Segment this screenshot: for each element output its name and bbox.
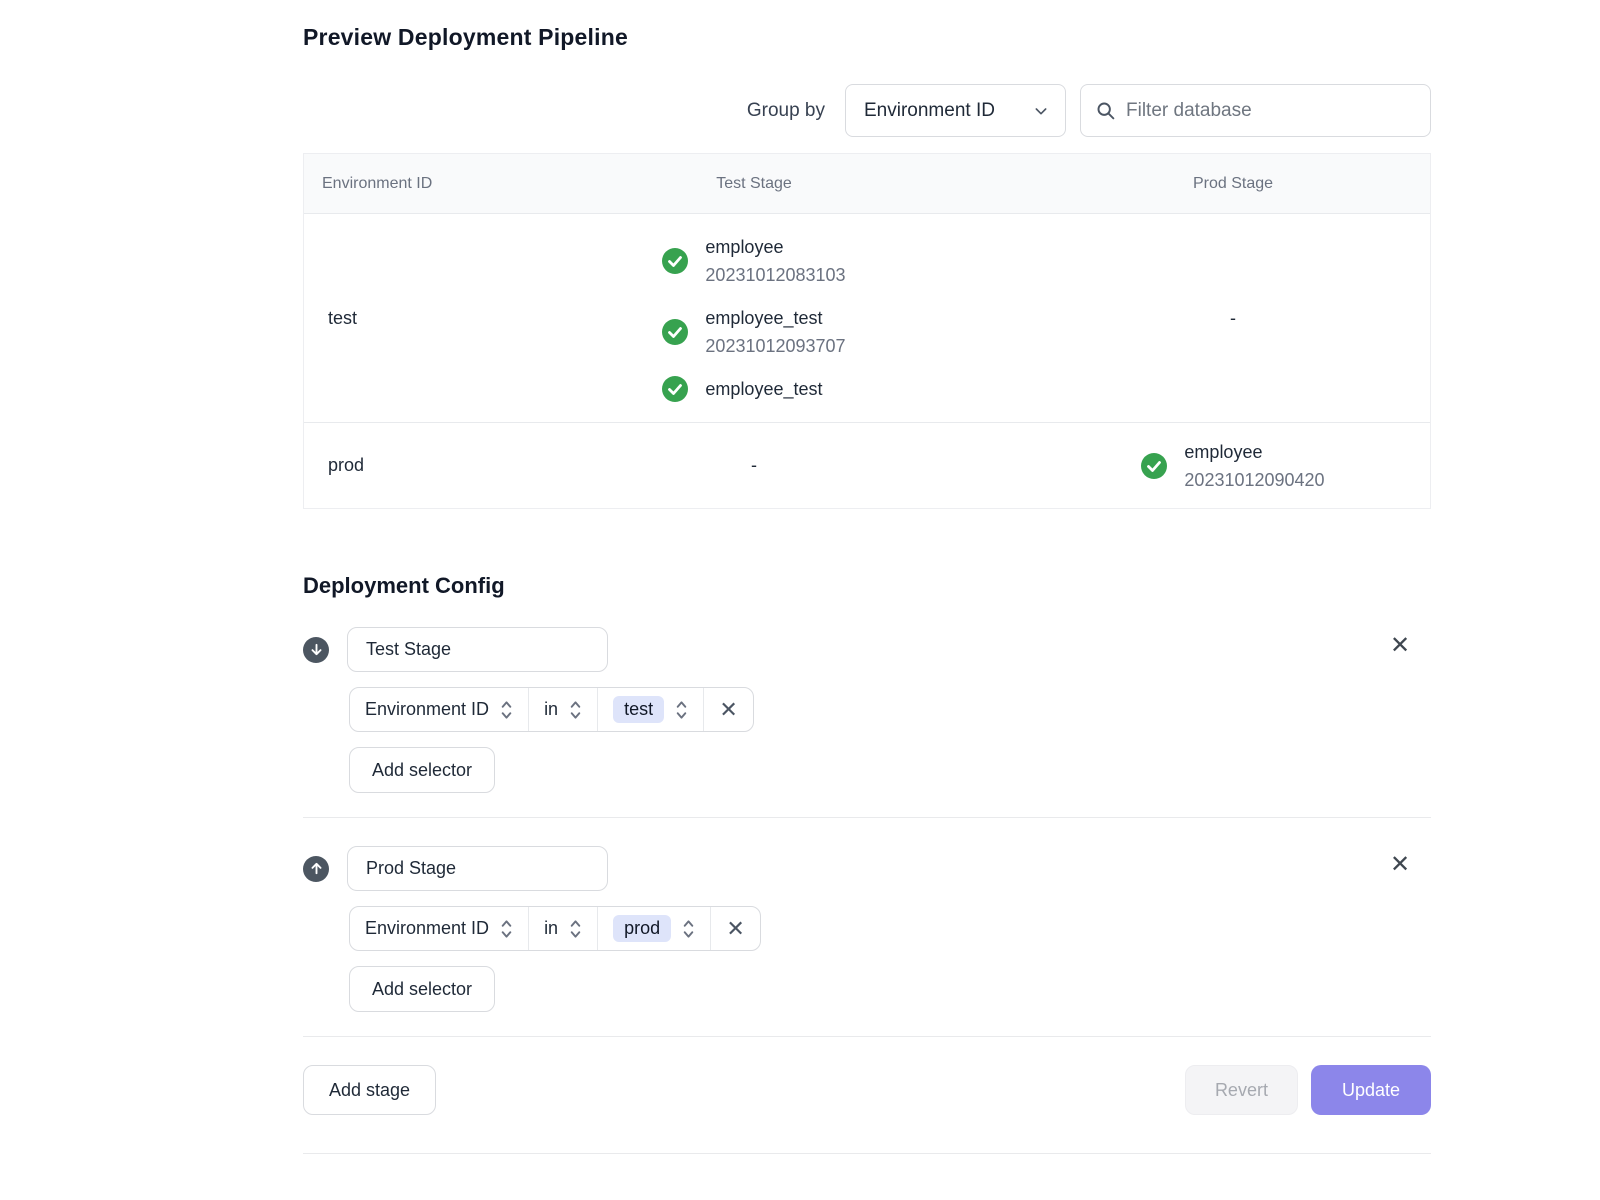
task-item[interactable]: employee 20231012090420 (1141, 438, 1324, 494)
update-button[interactable]: Update (1311, 1065, 1431, 1115)
search-icon (1095, 100, 1116, 121)
filter-database-box[interactable] (1080, 84, 1431, 137)
updown-chevron-icon (500, 699, 513, 721)
schema-version: 20231012093707 (705, 332, 845, 360)
success-check-icon (662, 319, 688, 345)
deployment-config-title: Deployment Config (303, 573, 1431, 599)
selector-operator-select[interactable]: in (529, 907, 598, 950)
updown-chevron-icon (682, 918, 695, 940)
selector-operator-select[interactable]: in (529, 688, 598, 731)
selector-value-tag: prod (613, 915, 671, 942)
stage-name-input[interactable] (347, 627, 608, 672)
test-stage-cell: employee 20231012083103 employee_test 20… (474, 214, 1034, 422)
selector-value-select[interactable]: prod (598, 907, 711, 950)
filter-database-input[interactable] (1126, 100, 1416, 122)
prod-stage-empty: - (1034, 308, 1432, 329)
task-item[interactable]: employee_test 20231012093707 (662, 304, 845, 360)
updown-chevron-icon (569, 918, 582, 940)
updown-chevron-icon (675, 699, 688, 721)
stage-block-prod: ✕ Environment ID in prod ✕ Add selector (303, 846, 1431, 1037)
stage-block-test: ✕ Environment ID in test ✕ Add selector (303, 627, 1431, 818)
chevron-down-icon (1033, 103, 1049, 119)
database-name: employee (1184, 438, 1324, 466)
remove-stage-button[interactable]: ✕ (1388, 853, 1412, 877)
selector-field-select[interactable]: Environment ID (350, 907, 529, 950)
stage-header (303, 846, 1431, 891)
group-by-value: Environment ID (864, 100, 995, 122)
success-check-icon (662, 376, 688, 402)
stage-name-input[interactable] (347, 846, 608, 891)
database-name: employee_test (705, 375, 822, 403)
selector-field-select[interactable]: Environment ID (350, 688, 529, 731)
page-title: Preview Deployment Pipeline (303, 24, 1431, 51)
schema-version: 20231012083103 (705, 261, 845, 289)
add-selector-button[interactable]: Add selector (349, 966, 495, 1012)
main-content: Preview Deployment Pipeline Group by Env… (303, 0, 1431, 1154)
pipeline-table: Environment ID Test Stage Prod Stage tes… (303, 153, 1431, 509)
bottom-divider (303, 1153, 1431, 1154)
add-stage-button[interactable]: Add stage (303, 1065, 436, 1115)
success-check-icon (662, 248, 688, 274)
remove-selector-button[interactable]: ✕ (704, 688, 753, 731)
config-footer: Add stage Revert Update (303, 1065, 1431, 1115)
column-header-environment-id: Environment ID (304, 175, 474, 193)
pipeline-table-header: Environment ID Test Stage Prod Stage (304, 154, 1430, 213)
remove-stage-button[interactable]: ✕ (1388, 634, 1412, 658)
table-row: test employee 20231012083103 employee_te… (304, 213, 1430, 422)
group-by-label: Group by (747, 100, 825, 122)
column-header-test-stage: Test Stage (474, 175, 1034, 193)
selector-operator-value: in (544, 918, 558, 939)
environment-label: prod (304, 455, 474, 476)
database-name: employee (705, 233, 845, 261)
remove-selector-button[interactable]: ✕ (711, 907, 760, 950)
arrow-up-icon (303, 856, 329, 882)
prod-stage-cell: employee 20231012090420 (1034, 438, 1432, 494)
selector-field-value: Environment ID (365, 918, 489, 939)
arrow-down-icon (303, 637, 329, 663)
column-header-prod-stage: Prod Stage (1034, 175, 1432, 193)
selector-row: Environment ID in test ✕ (349, 687, 754, 732)
environment-label: test (304, 308, 474, 329)
success-check-icon (1141, 453, 1167, 479)
test-stage-empty: - (474, 455, 1034, 476)
selector-value-select[interactable]: test (598, 688, 704, 731)
task-list: employee 20231012083103 employee_test 20… (662, 214, 845, 422)
updown-chevron-icon (569, 699, 582, 721)
add-selector-button[interactable]: Add selector (349, 747, 495, 793)
task-item[interactable]: employee 20231012083103 (662, 233, 845, 289)
database-name: employee_test (705, 304, 845, 332)
selector-row: Environment ID in prod ✕ (349, 906, 761, 951)
schema-version: 20231012090420 (1184, 466, 1324, 494)
table-row: prod - employee 20231012090420 (304, 422, 1430, 508)
revert-button[interactable]: Revert (1185, 1065, 1298, 1115)
selector-field-value: Environment ID (365, 699, 489, 720)
updown-chevron-icon (500, 918, 513, 940)
stage-header (303, 627, 1431, 672)
selector-value-tag: test (613, 696, 664, 723)
group-by-select[interactable]: Environment ID (845, 84, 1066, 137)
selector-operator-value: in (544, 699, 558, 720)
task-item[interactable]: employee_test (662, 375, 845, 403)
table-controls: Group by Environment ID (303, 84, 1431, 137)
